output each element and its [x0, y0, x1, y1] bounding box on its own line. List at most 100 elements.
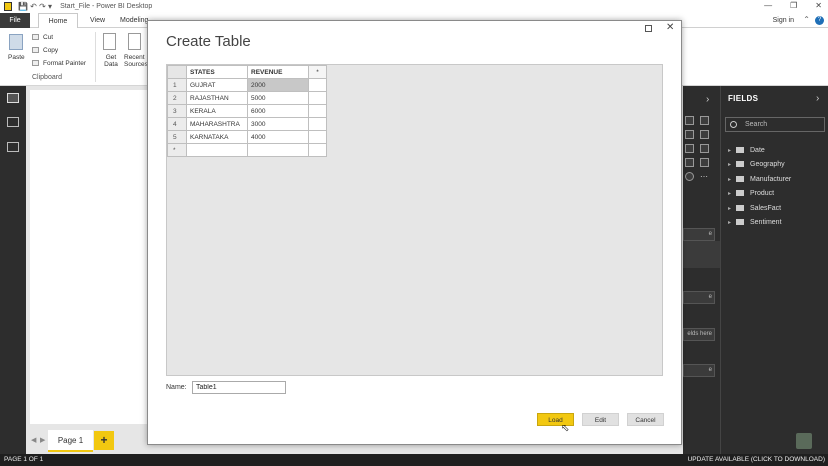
format-painter-icon [32, 60, 39, 66]
visual-field-well[interactable]: e [683, 364, 715, 377]
close-icon[interactable]: ✕ [815, 1, 822, 10]
page-count-status: PAGE 1 OF 1 [4, 456, 44, 463]
page-tab[interactable]: Page 1 [48, 430, 93, 452]
table-row: 3 KERALA 6000 [167, 104, 327, 118]
cut-icon [32, 34, 39, 40]
powerbi-logo-icon [4, 2, 12, 11]
visual-field-well[interactable]: e [683, 291, 715, 304]
tab-home[interactable]: Home [38, 13, 78, 28]
empty-cell[interactable] [308, 130, 327, 144]
cancel-button[interactable]: Cancel [627, 413, 664, 426]
empty-cell[interactable] [308, 91, 327, 105]
watermark-logo-icon [796, 433, 812, 449]
filled-map-visual-icon[interactable] [700, 158, 709, 167]
paste-button[interactable]: Paste [8, 54, 25, 61]
tab-view[interactable]: View [84, 13, 111, 28]
table-icon [736, 147, 744, 154]
update-available-link[interactable]: UPDATE AVAILABLE (CLICK TO DOWNLOAD) [688, 454, 825, 466]
matrix-visual-icon[interactable] [700, 116, 709, 125]
map-visual-icon[interactable] [700, 144, 709, 153]
copy-button[interactable]: Copy [43, 47, 58, 54]
help-icon[interactable]: ? [815, 16, 824, 25]
cell-state[interactable]: MAHARASHTRA [186, 117, 248, 131]
scatter-visual-icon[interactable] [685, 144, 694, 153]
close-icon[interactable]: ✕ [666, 22, 674, 33]
relationships-view-icon[interactable] [7, 142, 19, 152]
page-prev-icon[interactable]: ◀ [31, 436, 36, 444]
chevron-up-icon[interactable]: ⌃ [803, 15, 810, 24]
row-number: 1 [167, 78, 187, 92]
field-table-item[interactable]: ▸ SalesFact [728, 203, 781, 214]
report-view-icon[interactable] [7, 93, 19, 103]
mouse-cursor-icon: ⬁ [561, 423, 570, 434]
column-header-states[interactable]: STATES [186, 65, 248, 79]
cut-button[interactable]: Cut [43, 34, 53, 41]
table-icon [736, 219, 744, 226]
card-visual-icon[interactable] [685, 158, 694, 167]
fields-search-input[interactable]: Search [725, 117, 825, 132]
cell-state[interactable]: GUJRAT [186, 78, 248, 92]
field-table-item[interactable]: ▸ Geography [728, 159, 785, 170]
chevron-right-icon[interactable]: › [816, 93, 819, 104]
fields-panel-title: FIELDS [728, 94, 759, 103]
add-column-button[interactable]: * [308, 65, 327, 79]
visual-field-hint[interactable]: elds here [683, 328, 715, 341]
kpi-visual-icon[interactable] [685, 130, 694, 139]
edit-button[interactable]: Edit [582, 413, 619, 426]
report-page[interactable] [30, 90, 148, 424]
view-rail [0, 86, 26, 454]
empty-cell[interactable] [186, 143, 248, 157]
empty-cell[interactable] [308, 143, 327, 157]
cell-state[interactable]: KERALA [186, 104, 248, 118]
empty-cell[interactable] [247, 143, 309, 157]
visualizations-panel: › ⋯ e e elds here e [683, 86, 720, 454]
table-visual-icon[interactable] [685, 116, 694, 125]
empty-cell[interactable] [308, 117, 327, 131]
add-page-button[interactable]: + [94, 431, 114, 450]
cell-revenue-selected[interactable]: 2000 [247, 78, 309, 92]
visual-field-well[interactable]: e [683, 228, 715, 241]
field-table-item[interactable]: ▸ Product [728, 188, 774, 199]
globe-visual-icon[interactable] [685, 172, 694, 181]
table-grid-area: STATES REVENUE * 1 GUJRAT 2000 2 RAJASTH… [166, 64, 663, 376]
chevron-right-icon: ▸ [728, 206, 732, 212]
sign-in-link[interactable]: Sign in [773, 13, 794, 28]
recent-sources-button[interactable]: Recent Sources [124, 54, 148, 68]
field-table-item[interactable]: ▸ Manufacturer [728, 174, 791, 185]
cell-state[interactable]: KARNATAKA [186, 130, 248, 144]
table-name-input[interactable] [192, 381, 286, 394]
empty-cell[interactable] [308, 78, 327, 92]
maximize-icon[interactable] [645, 25, 652, 32]
field-table-item[interactable]: ▸ Date [728, 145, 765, 156]
cell-revenue[interactable]: 3000 [247, 117, 309, 131]
new-row-marker[interactable]: * [167, 143, 187, 157]
bar-chart-visual-icon[interactable] [700, 130, 709, 139]
empty-cell[interactable] [308, 104, 327, 118]
recent-sources-icon[interactable] [128, 33, 141, 50]
field-table-label: Date [750, 147, 765, 154]
chevron-right-icon[interactable]: › [706, 94, 709, 105]
table-row: 2 RAJASTHAN 5000 [167, 91, 327, 105]
get-data-icon[interactable] [103, 33, 116, 50]
quick-access-icons[interactable]: 💾 ↶ ↷ ▾ [18, 2, 52, 11]
field-table-label: SalesFact [750, 205, 782, 212]
paste-icon[interactable] [9, 34, 23, 50]
page-next-icon[interactable]: ▶ [40, 436, 45, 444]
grid-corner [167, 65, 187, 79]
column-header-revenue[interactable]: REVENUE [247, 65, 309, 79]
restore-icon[interactable]: ❐ [790, 1, 797, 10]
field-table-item[interactable]: ▸ Sentiment [728, 217, 782, 228]
minimize-icon[interactable]: — [764, 1, 772, 10]
format-painter-button[interactable]: Format Painter [43, 60, 86, 67]
more-visuals-icon[interactable]: ⋯ [700, 172, 708, 181]
cell-revenue[interactable]: 5000 [247, 91, 309, 105]
table-row: 5 KARNATAKA 4000 [167, 130, 327, 144]
row-number: 4 [167, 117, 187, 131]
cell-state[interactable]: RAJASTHAN [186, 91, 248, 105]
tab-file[interactable]: File [0, 13, 30, 28]
get-data-button[interactable]: Get Data [100, 54, 122, 68]
cell-revenue[interactable]: 6000 [247, 104, 309, 118]
cell-revenue[interactable]: 4000 [247, 130, 309, 144]
data-view-icon[interactable] [7, 117, 19, 127]
row-number: 5 [167, 130, 187, 144]
